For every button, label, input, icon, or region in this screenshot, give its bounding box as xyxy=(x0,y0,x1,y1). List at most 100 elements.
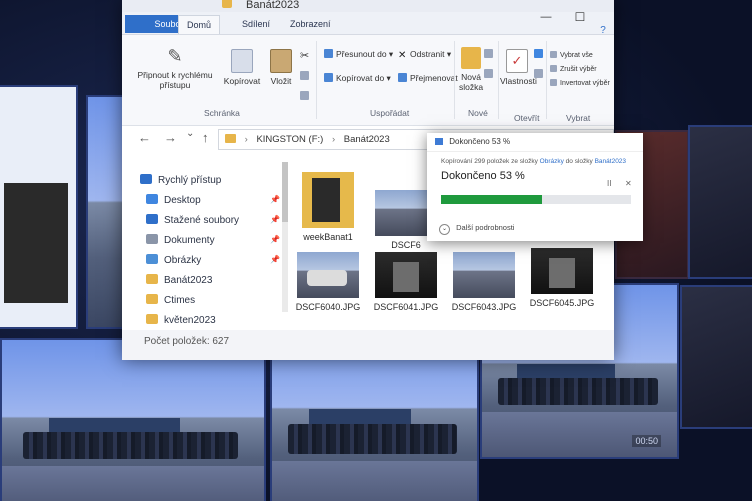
back-button[interactable]: ← xyxy=(138,130,151,145)
rename-label: Přejmenovat xyxy=(410,73,458,83)
edit-icon[interactable] xyxy=(534,69,546,79)
group-new-label: Nové xyxy=(468,108,488,118)
ribbon-tab-bar: Soubor Domů Sdílení Zobrazení — ☐ ? xyxy=(122,10,614,36)
path-separator: › xyxy=(244,134,248,145)
sidebar-item[interactable]: Desktop xyxy=(146,194,201,206)
copy-progress-dialog: Dokončeno 53 % Kopírování 299 položek ze… xyxy=(427,133,643,241)
navigation-scrollbar[interactable] xyxy=(282,162,288,312)
sidebar-item-label: Dokumenty xyxy=(164,235,215,246)
file-item[interactable]: DSCF6043.JPG xyxy=(448,252,520,312)
sidebar-item-label: Desktop xyxy=(164,195,201,206)
more-details-toggle[interactable]: ⌄ Další podrobnosti xyxy=(439,223,514,235)
copy-label: Kopírovat xyxy=(223,76,261,86)
file-name: DSCF6040.JPG xyxy=(295,302,361,312)
background-photo-tile xyxy=(86,95,126,329)
folder-icon xyxy=(146,294,158,304)
new-item-icon[interactable] xyxy=(484,49,496,59)
file-item[interactable]: DSCF6041.JPG xyxy=(370,252,442,312)
select-all-label: Vybrat vše xyxy=(560,52,593,59)
photo-thumbnail xyxy=(531,248,593,294)
recent-locations-dropdown[interactable]: ⌄ xyxy=(186,128,194,139)
select-none-label: Zrušit výběr xyxy=(560,66,597,73)
cut-icon[interactable]: ✂ xyxy=(300,49,309,62)
background-photo-tile xyxy=(688,125,752,279)
copy-to-button[interactable]: Kopírovat do ▾ xyxy=(324,73,391,84)
invert-selection-button[interactable]: Invertovat výběr xyxy=(550,79,610,87)
download-icon xyxy=(146,214,158,224)
item-count-label: Počet položek: 627 xyxy=(144,336,230,347)
minimize-button[interactable]: — xyxy=(528,0,564,34)
tab-home[interactable]: Domů xyxy=(178,15,221,34)
pin-quick-access-button[interactable]: ✎ Připnout k rychlému přístupu xyxy=(130,45,220,90)
sidebar-item[interactable]: Banát2023 xyxy=(146,274,212,286)
source-folder-link[interactable]: Obrázky xyxy=(540,158,564,165)
progress-fill xyxy=(441,195,542,204)
sidebar-item[interactable]: Rychlý přístup xyxy=(140,174,221,186)
breadcrumb-folder[interactable]: Banát2023 xyxy=(344,134,390,145)
properties-button[interactable]: ✓ Vlastnosti xyxy=(500,49,537,86)
sidebar-item[interactable]: Dokumenty xyxy=(146,234,215,246)
group-open-label: Otevřít xyxy=(514,113,540,123)
forward-button[interactable]: → xyxy=(164,130,177,145)
group-divider xyxy=(316,41,317,119)
dialog-title-bar: Dokončeno 53 % xyxy=(427,133,643,152)
open-icon[interactable] xyxy=(534,49,546,59)
pinned-icon[interactable]: 📌 xyxy=(270,195,280,204)
sidebar-item-label: Banát2023 xyxy=(164,275,213,286)
copy-progress-bar xyxy=(441,195,631,204)
delete-label: Odstranit ▾ xyxy=(410,49,452,59)
group-select-label: Vybrat xyxy=(566,113,591,123)
photo-thumbnail xyxy=(297,252,359,298)
select-all-button[interactable]: Vybrat vše xyxy=(550,51,593,59)
sidebar-item[interactable]: květen2023 xyxy=(146,314,216,326)
cancel-button[interactable]: ✕ xyxy=(625,179,632,188)
paste-shortcut-icon[interactable] xyxy=(300,91,312,101)
navigation-pane: Rychlý přístup Desktop 📌 Stažené soubory 📌 Do… xyxy=(122,150,292,330)
tab-view[interactable]: Zobrazení xyxy=(282,15,339,33)
new-folder-label: Nová složka xyxy=(458,72,484,92)
file-name: DSCF6045.JPG xyxy=(529,298,595,308)
file-item[interactable]: DSCF6040.JPG xyxy=(292,252,364,312)
pause-button[interactable]: II xyxy=(607,179,611,188)
up-button[interactable]: ↑ xyxy=(202,130,209,145)
destination-folder-link[interactable]: Banát2023 xyxy=(595,158,626,165)
file-item[interactable]: weekBanat1 xyxy=(292,172,364,242)
clipboard-icon xyxy=(270,49,292,73)
sidebar-item[interactable]: Stažené soubory xyxy=(146,214,239,226)
file-name: DSCF6041.JPG xyxy=(373,302,439,312)
group-divider xyxy=(454,41,455,119)
new-folder-button[interactable]: Nová složka xyxy=(456,47,486,92)
pinned-icon[interactable]: 📌 xyxy=(270,255,280,264)
select-none-button[interactable]: Zrušit výběr xyxy=(550,65,597,73)
copy-to-icon xyxy=(324,73,333,82)
group-divider xyxy=(498,41,499,119)
file-name: DSCF6 xyxy=(391,240,421,250)
delete-button[interactable]: ✕ Odstranit ▾ xyxy=(398,49,452,61)
file-name: weekBanat1 xyxy=(303,232,353,242)
paste-button[interactable]: Vložit xyxy=(264,49,298,86)
sidebar-item[interactable]: Obrázky xyxy=(146,254,201,266)
file-item[interactable]: DSCF6045.JPG xyxy=(526,248,598,308)
move-to-button[interactable]: Přesunout do ▾ xyxy=(324,49,393,60)
desktop-icon xyxy=(146,194,158,204)
sidebar-item[interactable]: Ctimes xyxy=(146,294,195,306)
invert-selection-label: Invertovat výběr xyxy=(560,80,610,87)
photo-thumbnail xyxy=(453,252,515,298)
pinned-icon[interactable]: 📌 xyxy=(270,235,280,244)
breadcrumb-drive[interactable]: KINGSTON (F:) xyxy=(256,134,323,145)
copy-button[interactable]: Kopírovat xyxy=(220,49,264,86)
rename-icon xyxy=(398,73,407,82)
folder-icon xyxy=(146,314,158,324)
folder-icon xyxy=(225,134,236,143)
background-social-post-tile xyxy=(0,85,78,329)
pinned-icon[interactable]: 📌 xyxy=(270,215,280,224)
rename-button[interactable]: Přejmenovat xyxy=(398,73,458,83)
maximize-button[interactable]: ☐ xyxy=(562,0,598,34)
tab-share[interactable]: Sdílení xyxy=(234,15,278,33)
easy-access-icon[interactable] xyxy=(484,69,496,79)
copy-description-prefix: Kopírování 299 položek ze složky xyxy=(441,158,538,165)
group-divider xyxy=(546,41,547,119)
quick-access-toolbar-icon[interactable] xyxy=(222,0,232,8)
copy-path-icon[interactable] xyxy=(300,71,312,81)
file-name: DSCF6043.JPG xyxy=(451,302,517,312)
